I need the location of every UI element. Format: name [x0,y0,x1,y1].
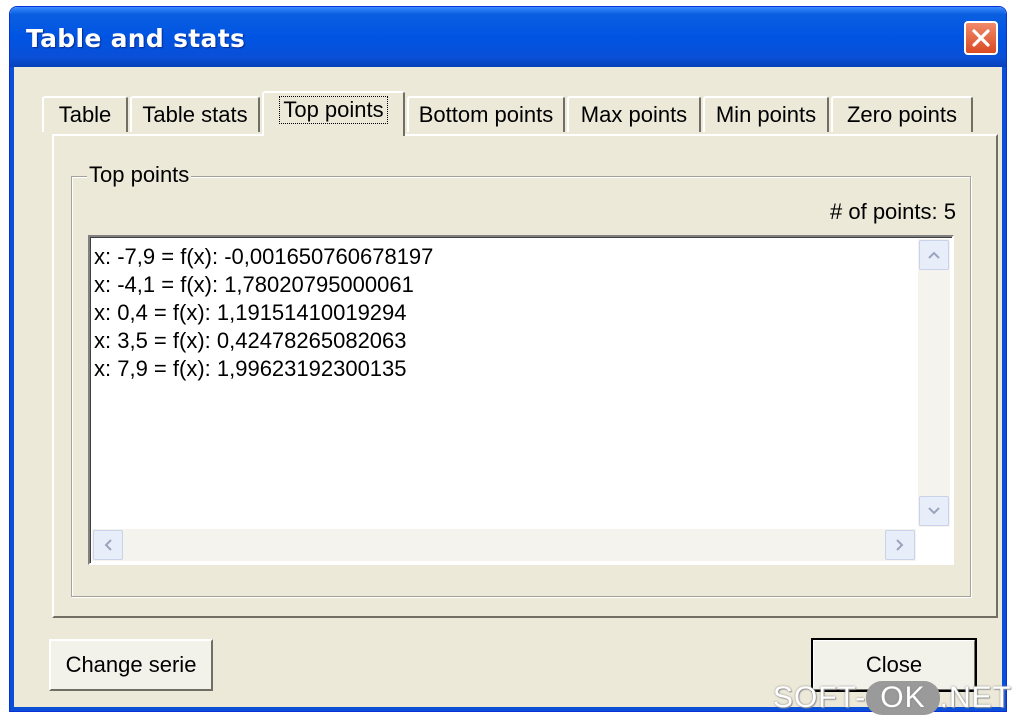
scroll-down-icon [928,507,940,515]
list-item[interactable]: x: 3,5 = f(x): 0,42478265082063 [94,327,433,355]
scroll-down-button[interactable] [919,496,949,526]
tab-top-points[interactable]: Top points [262,91,405,136]
group-label: Top points [87,162,192,188]
tab-label: Table [58,102,112,127]
scroll-right-icon [896,539,904,551]
tab-label: Min points [715,102,817,127]
tab-table-stats[interactable]: Table stats [130,96,260,132]
watermark-pill: OK [866,681,940,715]
window-close-button[interactable] [964,21,998,55]
watermark-left: SOFT- [772,681,867,714]
window-title: Table and stats [26,24,246,53]
watermark: SOFT- OK .NET [773,681,1012,715]
tab-label: Bottom points [418,102,554,127]
tab-label: Zero points [846,102,958,127]
scroll-right-button[interactable] [885,530,915,560]
top-points-group: Top points # of points: 5 x: -7,9 = f(x)… [71,162,971,597]
tab-max-points[interactable]: Max points [567,96,701,132]
tab-label: Top points [279,95,388,124]
points-count: # of points: 5 [830,199,956,224]
horizontal-scrollbar[interactable] [92,529,916,561]
tab-panel: Top points # of points: 5 x: -7,9 = f(x)… [52,134,998,618]
scroll-left-button[interactable] [93,530,123,560]
close-icon [972,29,990,47]
points-list[interactable]: x: -7,9 = f(x): -0,001650760678197 x: -4… [88,235,954,565]
list-item[interactable]: x: 7,9 = f(x): 1,99623192300135 [94,355,433,383]
tab-min-points[interactable]: Min points [703,96,829,132]
change-serie-button[interactable]: Change serie [49,639,213,691]
scroll-up-button[interactable] [919,240,949,270]
vertical-scrollbar[interactable] [918,239,950,527]
dialog-window: Table and stats Table Table stats Top po… [9,6,1007,712]
title-bar[interactable]: Table and stats [10,7,1006,67]
tab-bottom-points[interactable]: Bottom points [407,96,565,132]
list-item[interactable]: x: 0,4 = f(x): 1,19151410019294 [94,299,433,327]
tab-label: Table stats [142,102,248,127]
scroll-left-icon [104,539,112,551]
tab-label: Max points [580,102,688,127]
scroll-up-icon [928,251,940,259]
list-item[interactable]: x: -4,1 = f(x): 1,78020795000061 [94,271,433,299]
watermark-right: .NET [939,681,1012,714]
tab-table[interactable]: Table [42,96,128,132]
list-item[interactable]: x: -7,9 = f(x): -0,001650760678197 [94,243,433,271]
points-lines: x: -7,9 = f(x): -0,001650760678197 x: -4… [94,243,433,383]
window-frame-right [1002,67,1006,711]
tab-zero-points[interactable]: Zero points [831,96,973,132]
window-frame-left [10,67,14,711]
